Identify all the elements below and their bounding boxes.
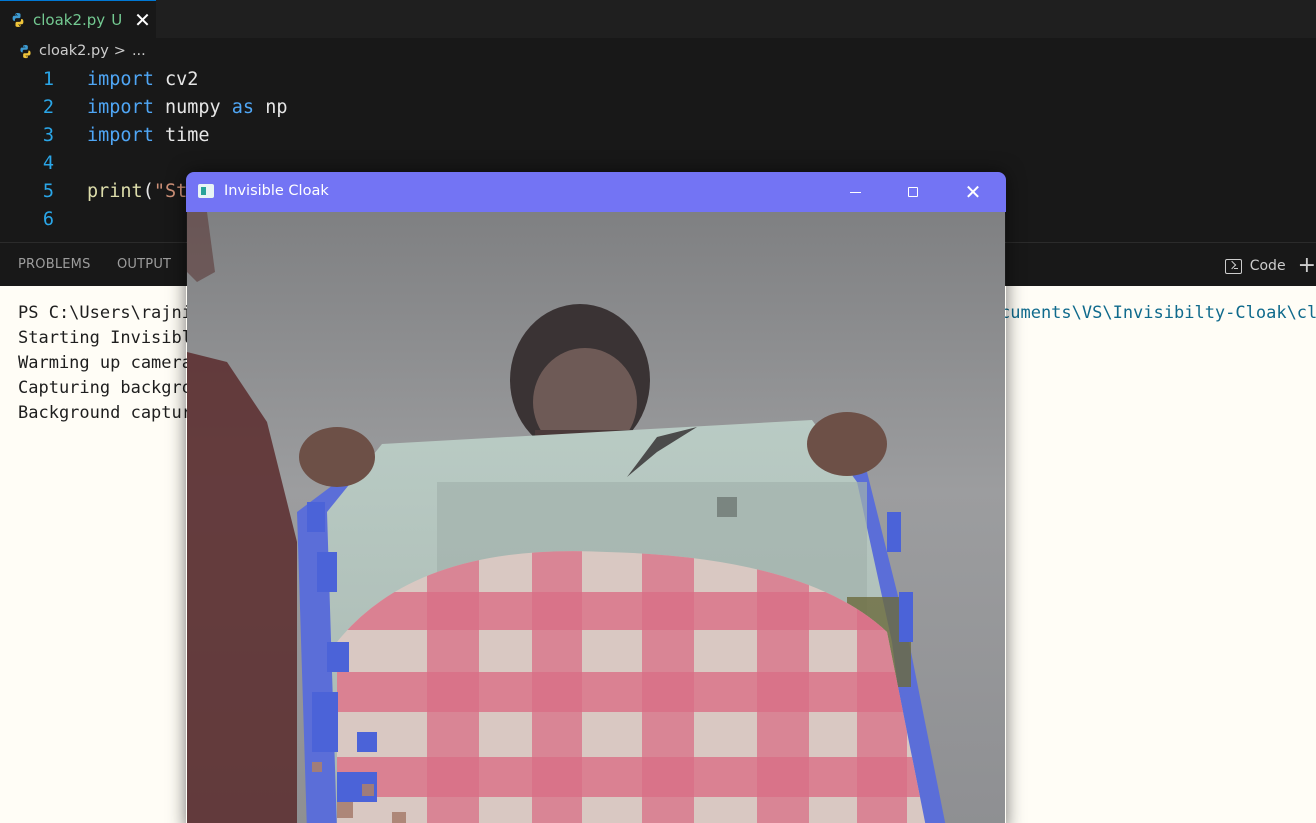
editor-tab-bar: cloak2.py U ✕ [0, 0, 1316, 38]
code-keyword: import [87, 96, 154, 118]
maximize-button[interactable] [884, 172, 942, 212]
code-alias: np [254, 96, 288, 118]
revealed-switch [717, 497, 737, 517]
line-number: 5 [42, 180, 54, 202]
code-text: import time [87, 125, 210, 146]
screen: cloak2.py U ✕ cloak2.py > ... 1 import c… [0, 0, 1316, 823]
terminal-line: Starting Invisibl [18, 328, 192, 348]
chevron-right-icon: > [113, 43, 126, 59]
terminal-name: Code [1249, 258, 1286, 274]
code-text: import numpy as np [87, 97, 288, 118]
breadcrumb-more[interactable]: ... [132, 43, 146, 59]
window-title: Invisible Cloak [224, 183, 329, 199]
window-titlebar[interactable]: Invisible Cloak ✕ [186, 172, 1006, 212]
code-line: 2 import numpy as np [0, 93, 1316, 121]
terminal-icon [1224, 258, 1242, 274]
tab-label: cloak2.py [33, 10, 106, 29]
code-string: "St [153, 180, 188, 202]
tab-cloak2-py[interactable]: cloak2.py U ✕ [0, 0, 156, 38]
maximize-icon [908, 187, 918, 197]
webcam-frame [187, 212, 1005, 823]
code-line: 1 import cv2 [0, 65, 1316, 93]
left-hand [299, 427, 375, 487]
line-number: 4 [42, 152, 54, 174]
line-number: 3 [42, 124, 54, 146]
code-keyword: as [231, 96, 255, 118]
code-module: cv2 [153, 68, 199, 90]
invisible-cloak-window[interactable]: Invisible Cloak ✕ [186, 172, 1006, 823]
breadcrumb: cloak2.py > ... [0, 38, 1316, 64]
terminal-selector[interactable]: Code + [1224, 255, 1316, 277]
line-number: 1 [42, 68, 54, 90]
code-text: import cv2 [87, 69, 198, 90]
terminal-path-tail: cuments\VS\Invisibilty-Cloak\cl [1000, 303, 1316, 323]
tab-problems[interactable]: PROBLEMS [18, 257, 91, 272]
code-keyword: import [87, 68, 154, 90]
terminal-line: Background captur [18, 403, 192, 423]
python-file-icon [12, 12, 24, 27]
webcam-image [187, 212, 1005, 823]
line-number: 6 [42, 208, 54, 230]
untracked-badge: U [111, 10, 123, 29]
code-keyword: import [87, 124, 154, 146]
code-function: print [87, 180, 143, 202]
breadcrumb-file[interactable]: cloak2.py [39, 43, 109, 59]
terminal-line: PS C:\Users\rajni [18, 303, 192, 323]
close-button[interactable]: ✕ [944, 172, 1002, 212]
code-paren: ( [142, 180, 154, 202]
terminal-line: Capturing backgro [18, 378, 192, 398]
line-number: 2 [42, 96, 54, 118]
code-line: 3 import time [0, 121, 1316, 149]
opencv-window-icon [198, 184, 214, 198]
python-file-icon [20, 44, 31, 58]
terminal-line: Warming up camera [18, 353, 192, 373]
minimize-button[interactable] [826, 172, 884, 212]
add-terminal-icon[interactable]: + [1298, 255, 1316, 277]
code-module: time [153, 124, 210, 146]
right-hand [807, 412, 887, 476]
code-module: numpy [153, 96, 232, 118]
minimize-icon [849, 191, 861, 193]
code-text: print("St [87, 181, 187, 202]
close-icon: ✕ [964, 180, 982, 204]
close-icon[interactable]: ✕ [134, 10, 151, 30]
tab-output[interactable]: OUTPUT [117, 257, 171, 272]
